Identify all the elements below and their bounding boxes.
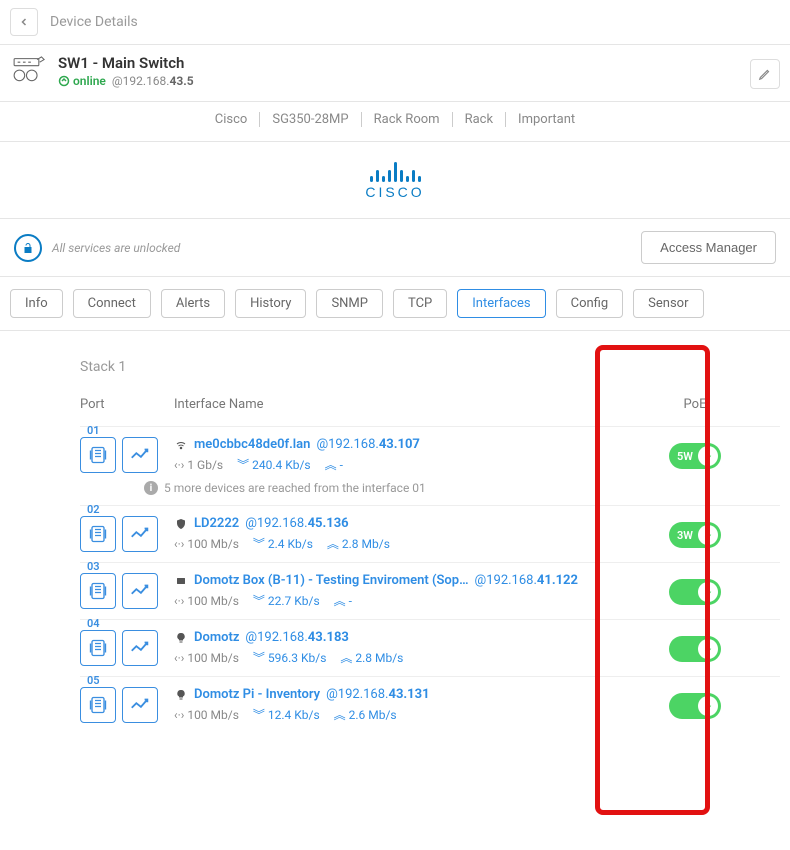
poe-toggle[interactable]: 3W — [669, 522, 721, 548]
port-chart-button[interactable] — [122, 630, 158, 666]
edit-button[interactable] — [750, 59, 780, 89]
page-title: Device Details — [50, 14, 138, 30]
port-chart-button[interactable] — [122, 573, 158, 609]
tag[interactable]: Rack — [453, 112, 506, 127]
col-name: Interface Name — [174, 397, 660, 412]
port-jack-button[interactable]: 04 — [80, 630, 116, 666]
tab-info[interactable]: Info — [10, 289, 63, 318]
unlock-icon — [14, 234, 42, 262]
device-type-icon — [174, 574, 188, 588]
tab-snmp[interactable]: SNMP — [316, 289, 383, 318]
device-type-icon — [174, 517, 188, 531]
tags-row: CiscoSG350-28MPRack RoomRackImportant — [0, 102, 790, 142]
poe-toggle[interactable]: 5W — [669, 443, 721, 469]
port-chart-button[interactable] — [122, 687, 158, 723]
tag[interactable]: Rack Room — [362, 112, 453, 127]
port-chart-button[interactable] — [122, 437, 158, 473]
tab-tcp[interactable]: TCP — [393, 289, 447, 318]
info-icon: i — [144, 481, 158, 495]
port-stats: ‹·› 100 Mb/s︾ 596.3 Kb/s︽ 2.8 Mb/s — [174, 649, 660, 666]
device-summary: SW1 - Main Switch online @192.168.43.5 — [0, 45, 790, 102]
status-badge: online — [58, 74, 106, 88]
port-note: i5 more devices are reached from the int… — [144, 481, 660, 495]
port-jack-button[interactable]: 03 — [80, 573, 116, 609]
bolt-icon — [698, 696, 718, 716]
stack-title: Stack 1 — [80, 359, 780, 375]
header-bar: Device Details — [0, 0, 790, 45]
tag[interactable]: Important — [506, 112, 587, 127]
poe-toggle[interactable] — [669, 693, 721, 719]
port-stats: ‹·› 100 Mb/s︾ 22.7 Kb/s︽ - — [174, 592, 660, 609]
bolt-icon — [698, 446, 718, 466]
switch-icon — [12, 53, 48, 89]
chevron-left-icon — [18, 16, 30, 28]
tab-history[interactable]: History — [235, 289, 306, 318]
col-port: Port — [80, 397, 174, 412]
port-title[interactable]: LD2222 @192.168.45.136 — [174, 516, 660, 531]
port-row: 04 Domotz @192.168.43.183 ‹·› 100 Mb/s︾ 59… — [80, 619, 780, 676]
tab-alerts[interactable]: Alerts — [161, 289, 225, 318]
port-title[interactable]: me0cbbc48de0f.lan @192.168.43.107 — [174, 437, 660, 452]
port-row: 02 LD2222 @192.168.45.136 ‹·› 100 Mb/s︾ 2.… — [80, 505, 780, 562]
tab-sensor[interactable]: Sensor — [633, 289, 703, 318]
port-jack-button[interactable]: 02 — [80, 516, 116, 552]
tag[interactable]: SG350-28MP — [260, 112, 361, 127]
device-type-icon — [174, 438, 188, 452]
stack-area: Stack 1 Port Interface Name PoE 01 me0cbb… — [0, 331, 790, 743]
tab-connect[interactable]: Connect — [73, 289, 151, 318]
pencil-icon — [758, 67, 772, 81]
tab-config[interactable]: Config — [556, 289, 624, 318]
port-jack-button[interactable]: 01 — [80, 437, 116, 473]
vendor-logo-row: CISCO — [0, 142, 790, 219]
services-row: All services are unlocked Access Manager — [0, 219, 790, 277]
poe-toggle[interactable] — [669, 636, 721, 662]
device-type-icon — [174, 631, 188, 645]
device-type-icon — [174, 688, 188, 702]
port-title[interactable]: Domotz Pi - Inventory @192.168.43.131 — [174, 687, 660, 702]
arrow-up-circle-icon — [58, 75, 70, 87]
ports-list: 01 me0cbbc48de0f.lan @192.168.43.107 ‹·› 1… — [80, 426, 780, 733]
port-jack-button[interactable]: 05 — [80, 687, 116, 723]
services-text: All services are unlocked — [52, 241, 641, 255]
device-ip: @192.168.43.5 — [112, 74, 194, 88]
tabs-row: Info Connect Alerts History SNMP TCP Interface… — [0, 277, 790, 331]
port-stats: ‹·› 100 Mb/s︾ 2.4 Kb/s︽ 2.8 Mb/s — [174, 535, 660, 552]
port-row: 03 Domotz Box (B-11) - Testing Enviroment… — [80, 562, 780, 619]
back-button[interactable] — [10, 8, 38, 36]
bolt-icon — [698, 582, 718, 602]
tag[interactable]: Cisco — [203, 112, 261, 127]
col-poe: PoE — [660, 397, 730, 412]
port-title[interactable]: Domotz @192.168.43.183 — [174, 630, 660, 645]
cisco-logo: CISCO — [365, 160, 424, 200]
access-manager-button[interactable]: Access Manager — [641, 231, 776, 264]
bolt-icon — [698, 525, 718, 545]
column-headers: Port Interface Name PoE — [80, 397, 780, 412]
port-row: 05 Domotz Pi - Inventory @192.168.43.131 ‹… — [80, 676, 780, 733]
bolt-icon — [698, 639, 718, 659]
port-chart-button[interactable] — [122, 516, 158, 552]
port-stats: ‹·› 100 Mb/s︾ 12.4 Kb/s︽ 2.6 Mb/s — [174, 706, 660, 723]
tab-interfaces[interactable]: Interfaces — [457, 289, 545, 318]
device-name: SW1 - Main Switch — [58, 54, 778, 72]
port-title[interactable]: Domotz Box (B-11) - Testing Enviroment (… — [174, 573, 660, 588]
port-row: 01 me0cbbc48de0f.lan @192.168.43.107 ‹·› 1… — [80, 426, 780, 505]
poe-toggle[interactable] — [669, 579, 721, 605]
port-stats: ‹·› 1 Gb/s︾ 240.4 Kb/s︽ - — [174, 456, 660, 473]
